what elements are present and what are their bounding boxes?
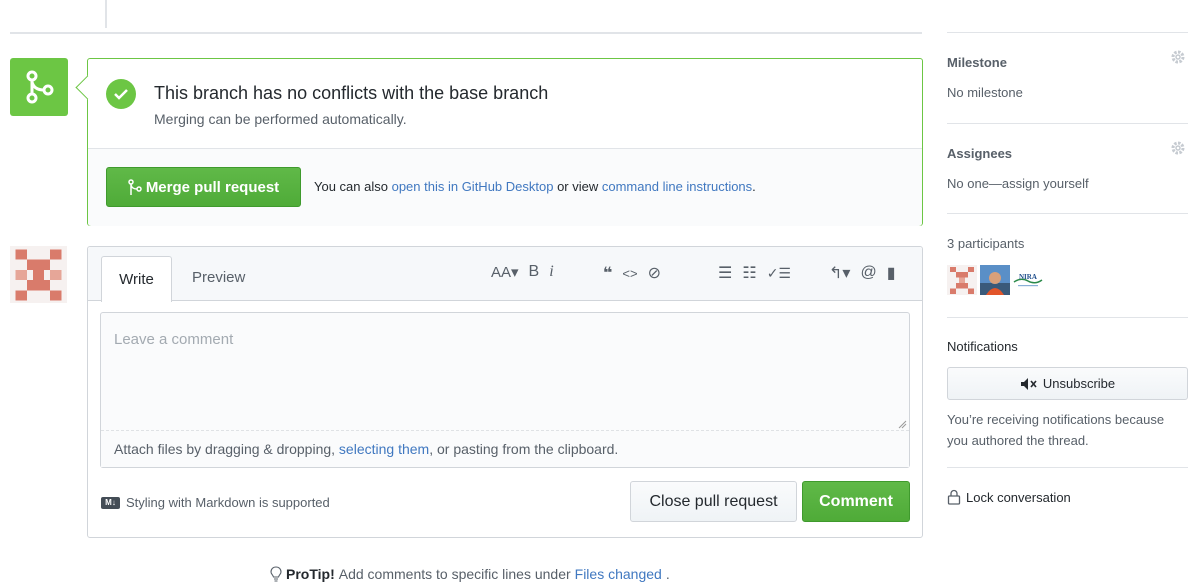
select-files-link[interactable]: selecting them: [339, 441, 429, 457]
toolbar-text-group: AA▾ B i: [491, 263, 564, 281]
notifications-heading: Notifications: [947, 339, 1018, 354]
merge-alternatives: You can also open this in GitHub Desktop…: [314, 179, 756, 194]
assignees-heading[interactable]: Assignees: [947, 146, 1188, 161]
resize-handle-icon[interactable]: [897, 419, 907, 429]
protip-suffix: .: [665, 566, 670, 582]
merge-status-title: This branch has no conflicts with the ba…: [154, 83, 549, 103]
sidebar-participants: 3 participants NIRA: [947, 236, 1188, 295]
comment-placeholder: Leave a comment: [114, 331, 234, 348]
reference-button[interactable]: ▮: [887, 263, 896, 283]
merge-actions: Merge pull request You can also open thi…: [88, 148, 922, 226]
bold-button[interactable]: B: [529, 263, 540, 281]
merge-alt-prefix: You can also: [314, 179, 392, 194]
task-list-button[interactable]: ✓☰: [767, 265, 791, 282]
lock-conversation[interactable]: Lock conversation: [947, 489, 1188, 505]
avatar[interactable]: [980, 265, 1010, 295]
avatar[interactable]: [947, 265, 977, 295]
close-pull-request-button[interactable]: Close pull request: [630, 481, 797, 522]
participants-heading: 3 participants: [947, 236, 1025, 251]
avatar[interactable]: [10, 246, 67, 303]
git-merge-icon: [128, 179, 142, 195]
attach-suffix: , or pasting from the clipboard.: [429, 441, 619, 457]
protip-label: ProTip!: [286, 566, 335, 582]
italic-button[interactable]: i: [549, 263, 553, 281]
markdown-note-text: Styling with Markdown is supported: [126, 495, 330, 510]
link-button[interactable]: ⊘: [648, 263, 661, 283]
sidebar-divider: [947, 213, 1188, 214]
merge-alt-suffix: .: [752, 179, 756, 194]
milestone-heading[interactable]: Milestone: [947, 55, 1188, 70]
lock-icon: [947, 489, 961, 505]
lightbulb-icon: [270, 566, 282, 582]
mention-button[interactable]: @: [860, 264, 876, 282]
notifications-reason: You’re receiving notifications because y…: [947, 412, 1165, 448]
merge-panel: This branch has no conflicts with the ba…: [87, 58, 923, 226]
unordered-list-button[interactable]: ☰: [718, 263, 732, 283]
unsubscribe-label: Unsubscribe: [1042, 376, 1116, 391]
toolbar-list-group: ☰ ☷ ✓☰: [718, 263, 801, 283]
comment-form: Write Preview AA▾ B i ❝ <> ⊘ ☰ ☷ ✓☰ ↰▾ @…: [87, 246, 923, 538]
comment-textarea[interactable]: Leave a comment Attach files by dragging…: [100, 312, 910, 468]
merge-button-label: Merge pull request: [145, 178, 280, 196]
sidebar-divider: [947, 32, 1188, 33]
protip-text: Add comments to specific lines under: [338, 566, 571, 582]
timeline-divider: [10, 32, 922, 34]
sidebar-assignees: Assignees No one—assign yourself: [947, 141, 1188, 191]
merge-status: This branch has no conflicts with the ba…: [88, 59, 922, 148]
gear-icon[interactable]: [1170, 140, 1186, 156]
markdown-note[interactable]: M↓ Styling with Markdown is supported: [101, 495, 330, 510]
command-line-instructions-link[interactable]: command line instructions: [602, 179, 752, 194]
markdown-icon: M↓: [101, 496, 120, 509]
lock-label: Lock conversation: [966, 489, 1071, 505]
toolbar-misc-group: ↰▾ @ ▮: [829, 263, 906, 283]
gear-icon[interactable]: [1170, 49, 1186, 65]
file-drop-bar[interactable]: Attach files by dragging & dropping, sel…: [101, 430, 909, 467]
milestone-value: No milestone: [947, 85, 1023, 100]
tab-preview[interactable]: Preview: [192, 269, 245, 286]
sidebar-divider: [947, 123, 1188, 124]
sidebar-divider: [947, 467, 1188, 468]
mute-icon: [1020, 377, 1037, 390]
unsubscribe-button[interactable]: Unsubscribe: [947, 367, 1188, 400]
assignees-value[interactable]: No one—assign yourself: [947, 176, 1188, 191]
file-attach-text: Attach files by dragging & dropping, sel…: [114, 441, 618, 457]
quote-button[interactable]: ❝: [603, 263, 612, 283]
participant-avatars: NIRA: [947, 265, 1188, 295]
comment-header: Write Preview AA▾ B i ❝ <> ⊘ ☰ ☷ ✓☰ ↰▾ @…: [88, 247, 922, 302]
git-merge-icon: [10, 58, 68, 116]
check-icon: [106, 79, 136, 109]
tab-write[interactable]: Write: [101, 256, 172, 302]
attach-prefix: Attach files by dragging & dropping,: [114, 441, 339, 457]
sidebar-milestone: Milestone No milestone: [947, 50, 1188, 100]
timeline-line: [105, 0, 107, 28]
sidebar-notifications: Notifications: [947, 339, 1188, 354]
ordered-list-button[interactable]: ☷: [742, 263, 756, 283]
toolbar-insert-group: ❝ <> ⊘: [603, 263, 671, 283]
comment-button[interactable]: Comment: [802, 481, 910, 522]
files-changed-link[interactable]: Files changed: [575, 566, 662, 582]
header-text-button[interactable]: AA▾: [491, 263, 519, 281]
merge-status-subtitle: Merging can be performed automatically.: [154, 111, 407, 127]
code-button[interactable]: <>: [622, 266, 637, 281]
merge-pull-request-button[interactable]: Merge pull request: [106, 167, 301, 207]
open-in-desktop-link[interactable]: open this in GitHub Desktop: [392, 179, 554, 194]
nira-logo-text: NIRA: [1019, 273, 1037, 281]
avatar[interactable]: NIRA: [1013, 265, 1043, 295]
saved-reply-button[interactable]: ↰▾: [829, 263, 850, 283]
protip: ProTip! Add comments to specific lines u…: [270, 566, 670, 582]
merge-alt-middle: or view: [553, 179, 602, 194]
sidebar-divider: [947, 317, 1188, 318]
